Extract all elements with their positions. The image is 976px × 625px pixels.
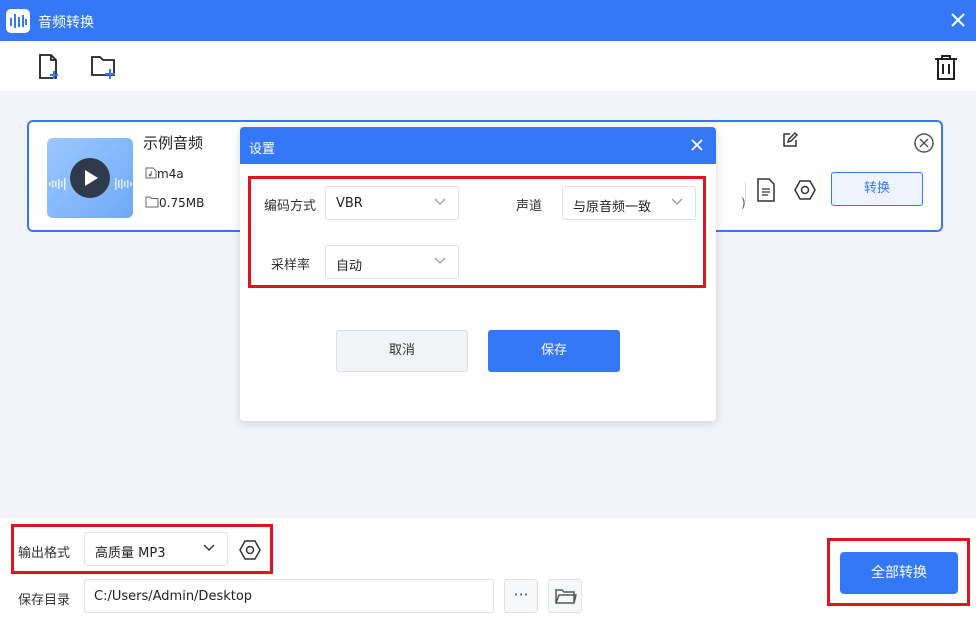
document-icon[interactable]: [755, 178, 777, 206]
play-icon[interactable]: [70, 158, 110, 198]
toolbar: [0, 41, 976, 91]
encoding-label: 编码方式: [264, 199, 317, 214]
folder-icon: [145, 196, 159, 208]
save-dir-label: 保存目录: [18, 593, 71, 608]
save-button[interactable]: 保存: [488, 330, 620, 372]
output-format-value: 高质量 MP3: [95, 546, 166, 561]
convert-all-button[interactable]: 全部转换: [840, 552, 958, 594]
channel-label: 声道: [516, 199, 543, 214]
bottom-panel: 输出格式 高质量 MP3 保存目录 C:/Users/Admin/Desktop…: [0, 518, 976, 625]
app-title: 音频转换: [38, 15, 94, 31]
cancel-button[interactable]: 取消: [336, 330, 468, 372]
convert-button[interactable]: 转换: [831, 172, 923, 206]
settings-icon[interactable]: [793, 178, 817, 206]
close-icon[interactable]: [946, 8, 970, 32]
edit-icon[interactable]: [781, 131, 799, 153]
remove-file-icon[interactable]: [913, 132, 935, 154]
save-dir-input[interactable]: C:/Users/Admin/Desktop: [84, 579, 494, 613]
app-logo-icon: [6, 9, 30, 33]
music-file-icon: [145, 167, 157, 179]
output-format-label: 输出格式: [18, 546, 71, 561]
sample-rate-value: 自动: [336, 259, 363, 274]
chevron-down-icon: [434, 198, 446, 205]
chevron-down-icon: [671, 198, 683, 205]
sample-rate-label: 采样率: [271, 258, 311, 273]
settings-dialog: 设置 编码方式 VBR 声道 与原音频一致 采样率 自动 取消 保存: [240, 127, 716, 421]
dialog-close-icon[interactable]: [686, 134, 708, 156]
file-size: 0.75MB: [145, 196, 204, 210]
file-name: 示例音频: [143, 134, 204, 152]
sample-rate-select[interactable]: 自动: [325, 245, 459, 279]
dialog-title: 设置: [249, 142, 276, 157]
chevron-down-icon: [203, 544, 215, 551]
add-folder-icon[interactable]: [90, 53, 120, 83]
file-size-text: 0.75MB: [159, 196, 205, 210]
chevron-down-icon: [434, 257, 446, 264]
title-bar: 音频转换: [0, 0, 976, 41]
partial-text: ): [741, 196, 746, 210]
file-format: m4a: [145, 167, 184, 181]
browse-more-button[interactable]: ···: [504, 579, 538, 613]
dialog-header: 设置: [240, 127, 716, 164]
output-format-select[interactable]: 高质量 MP3: [84, 532, 228, 566]
file-format-text: m4a: [157, 167, 184, 181]
trash-icon[interactable]: [932, 53, 962, 83]
channel-value: 与原音频一致: [573, 200, 652, 215]
save-dir-value: C:/Users/Admin/Desktop: [94, 589, 253, 604]
encoding-value: VBR: [336, 196, 363, 211]
encoding-select[interactable]: VBR: [325, 186, 459, 220]
add-file-icon[interactable]: [36, 53, 66, 83]
settings-icon[interactable]: [238, 538, 262, 566]
audio-thumbnail: [47, 138, 133, 218]
open-folder-icon[interactable]: [548, 579, 582, 613]
channel-select[interactable]: 与原音频一致: [562, 186, 696, 220]
